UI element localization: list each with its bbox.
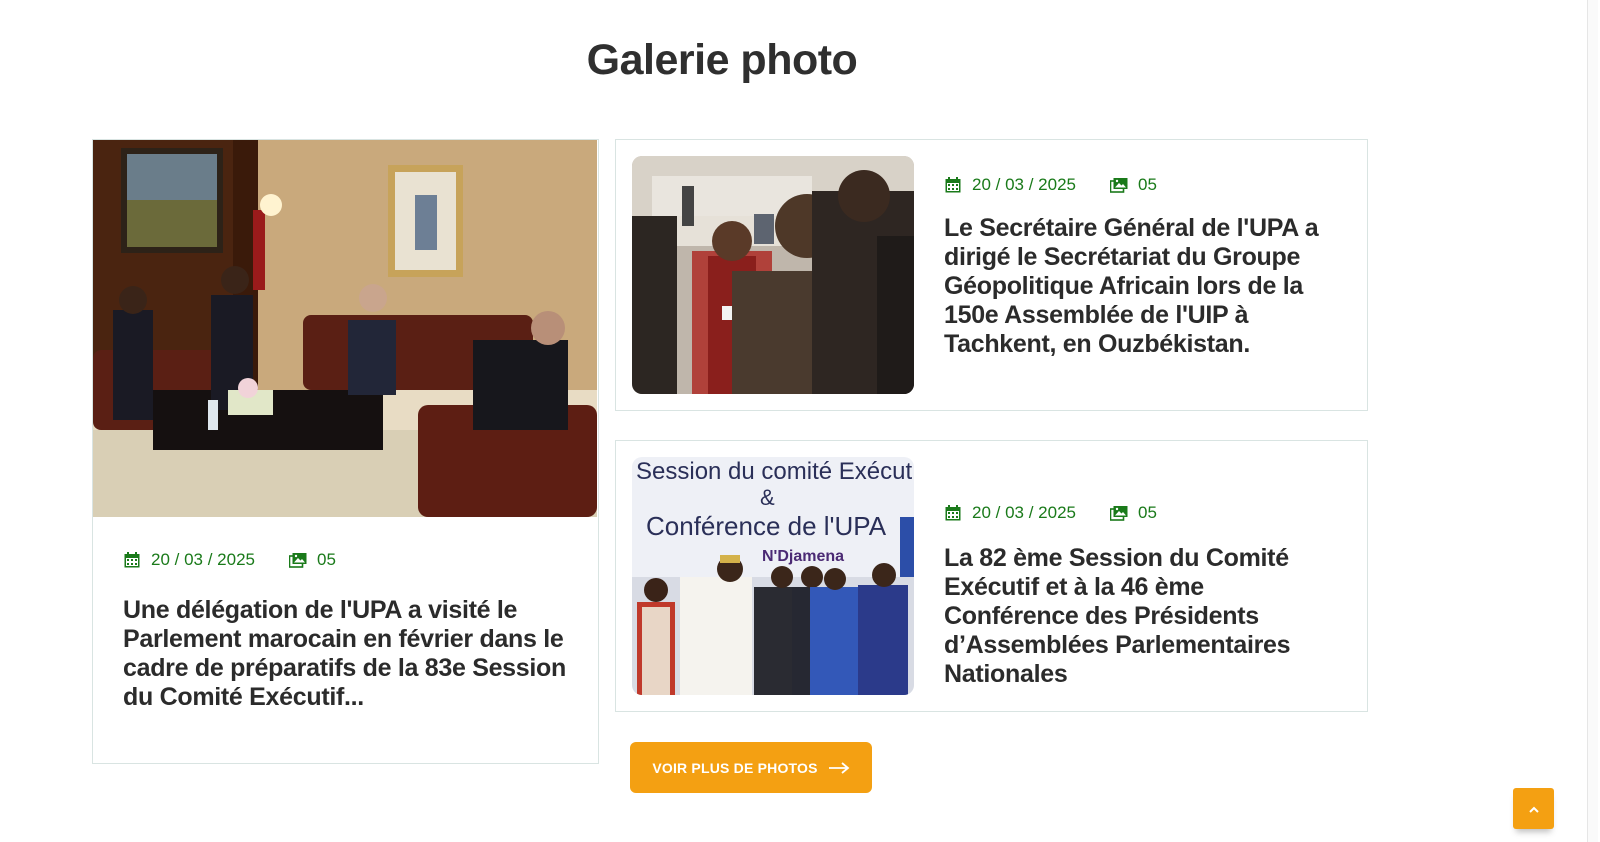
calendar-icon bbox=[123, 551, 141, 569]
scrollbar-thumb[interactable] bbox=[1587, 0, 1598, 842]
gallery-card[interactable]: 20 / 03 / 2025 05 Le Secrétaire Général … bbox=[615, 139, 1368, 411]
article-title-link[interactable]: Une délégation de l'UPA a visité le Parl… bbox=[123, 596, 568, 712]
images-icon bbox=[1109, 504, 1128, 522]
article-title-link[interactable]: La 82 ème Session du Comité Exécutif et … bbox=[944, 544, 1344, 689]
photo-meeting-room bbox=[93, 140, 597, 517]
article-date: 20 / 03 / 2025 bbox=[151, 550, 255, 569]
photo-assembly-crowd bbox=[632, 156, 914, 394]
images-icon bbox=[288, 551, 307, 569]
article-meta: 20 / 03 / 2025 05 bbox=[944, 503, 1157, 523]
gallery-photo[interactable] bbox=[93, 140, 597, 517]
back-to-top-button[interactable] bbox=[1513, 788, 1554, 829]
arrow-right-icon bbox=[828, 761, 850, 774]
banner-text-line: Session du comité Exécut bbox=[636, 458, 912, 485]
banner-text-line: N'Djamena bbox=[762, 548, 844, 565]
gallery-card[interactable]: Session du comité Exécut & Conférence de… bbox=[615, 440, 1368, 712]
gallery-photo[interactable] bbox=[632, 156, 914, 394]
more-photos-button[interactable]: VOIR PLUS DE PHOTOS bbox=[630, 742, 872, 793]
photo-conference-group: Session du comité Exécut & Conférence de… bbox=[632, 457, 914, 695]
banner-text-line: & bbox=[760, 485, 775, 510]
calendar-icon bbox=[944, 176, 962, 194]
article-title-link[interactable]: Le Secrétaire Général de l'UPA a dirigé … bbox=[944, 214, 1344, 359]
article-photo-count: 05 bbox=[316, 550, 336, 569]
images-icon bbox=[1109, 176, 1128, 194]
article-meta: 20 / 03 / 2025 05 bbox=[944, 175, 1157, 195]
gallery-card-featured[interactable]: 20 / 03 / 2025 05 Une délégation de l'UP… bbox=[92, 139, 599, 764]
section-title: Galerie photo bbox=[586, 36, 858, 84]
gallery-photo[interactable]: Session du comité Exécut & Conférence de… bbox=[632, 457, 914, 695]
article-date: 20 / 03 / 2025 bbox=[972, 175, 1076, 194]
scrollbar-track[interactable] bbox=[1568, 0, 1600, 842]
article-photo-count: 05 bbox=[1137, 503, 1157, 522]
article-photo-count: 05 bbox=[1137, 175, 1157, 194]
calendar-icon bbox=[944, 504, 962, 522]
article-meta: 20 / 03 / 2025 05 bbox=[123, 550, 336, 570]
more-photos-label: VOIR PLUS DE PHOTOS bbox=[652, 759, 818, 776]
banner-text-line: Conférence de l'UPA bbox=[646, 511, 887, 541]
chevron-up-icon bbox=[1528, 800, 1539, 818]
article-date: 20 / 03 / 2025 bbox=[972, 503, 1076, 522]
